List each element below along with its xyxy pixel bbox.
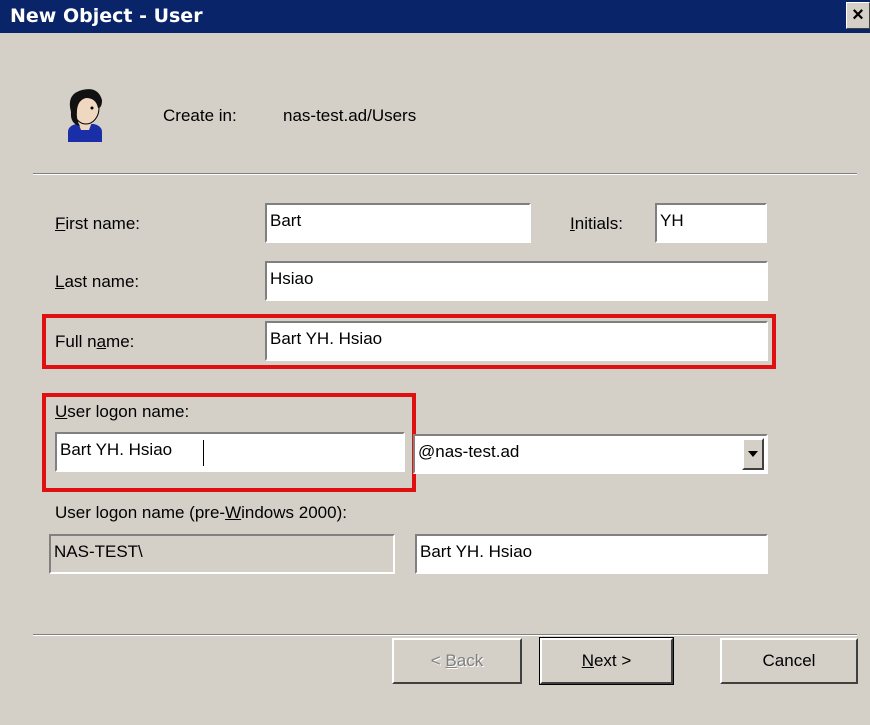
text-caret [203,440,204,466]
first-name-field[interactable]: Bart [265,203,531,243]
logon-name-label: User logon name: [55,402,190,421]
pre2000-label: User logon name (pre-Windows 2000): [55,503,347,522]
pre2000-logon-field[interactable]: Bart YH. Hsiao [415,534,768,574]
chevron-down-icon [748,451,758,457]
last-name-label: Last name: [55,272,140,291]
full-name-field[interactable]: Bart YH. Hsiao [265,321,768,361]
next-button[interactable]: Next > [539,637,674,685]
back-button[interactable]: < Back [392,638,522,684]
last-name-field[interactable]: Hsiao [265,261,768,301]
dropdown-button[interactable] [742,438,764,470]
domain-dropdown-value: @nas-test.ad [418,442,520,461]
logon-name-value: Bart YH. Hsiao [60,440,173,459]
cancel-button[interactable]: Cancel [720,638,858,684]
first-name-label: First name: [55,214,141,233]
create-in-path: nas-test.ad/Users [283,106,417,125]
create-in-label: Create in: [163,106,237,125]
full-name-label: Full name: [55,332,135,351]
window-title: New Object - User [10,5,203,27]
domain-dropdown[interactable]: @nas-test.ad [413,434,768,474]
initials-label: Initials: [570,214,623,233]
separator-bottom [33,634,857,636]
title-bar: New Object - User × [0,0,870,33]
pre2000-domain-field: NAS-TEST\ [49,534,395,574]
close-button[interactable]: × [846,2,870,29]
user-icon [68,89,102,142]
separator-top [33,173,857,175]
initials-field[interactable]: YH [655,203,767,243]
logon-name-field[interactable]: Bart YH. Hsiao [55,432,405,472]
